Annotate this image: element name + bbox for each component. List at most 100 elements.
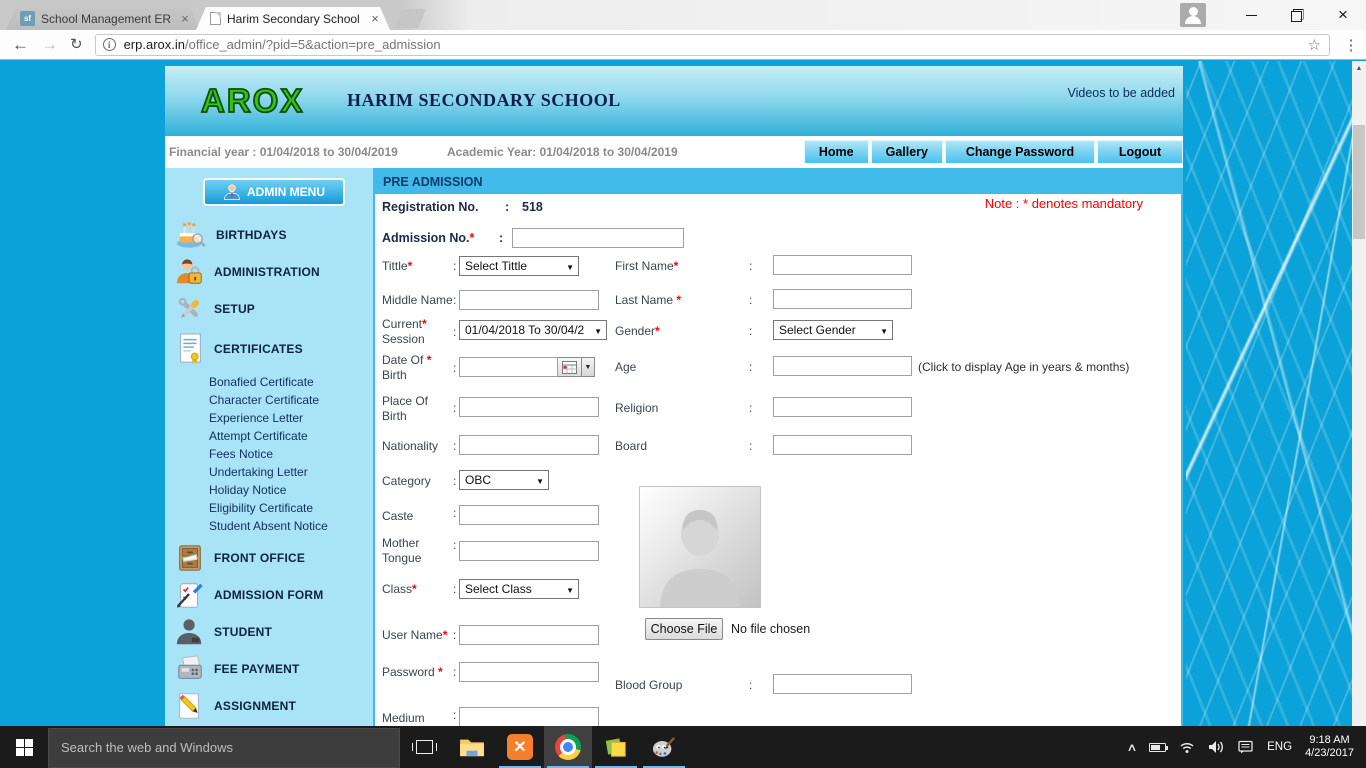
task-view-button[interactable] [400,726,448,768]
blood-group-input[interactable] [773,674,912,694]
colon: : [749,401,752,415]
middle-name-input[interactable] [459,290,599,310]
submenu-item-undertaking[interactable]: Undertaking Letter [209,463,373,481]
sidebar-item-admission-form[interactable]: ADMISSION FORM [165,576,373,613]
tray-chevron-icon[interactable]: ∧ [1126,741,1137,754]
xampp-button[interactable]: ✕ [496,726,544,768]
colon: : [749,324,752,338]
user-name-input[interactable] [459,625,599,645]
gender-select[interactable]: Select Gender [773,320,893,340]
age-input[interactable] [773,356,912,376]
submenu-item-attempt[interactable]: Attempt Certificate [209,427,373,445]
class-select[interactable]: Select Class [459,579,579,599]
taskbar-search-input[interactable] [48,728,400,768]
bookmark-star-icon[interactable] [1308,36,1321,54]
maximize-button[interactable] [1274,0,1320,30]
nationality-input[interactable] [459,435,599,455]
sidebar-item-birthdays[interactable]: BIRTHDAYS [165,216,373,253]
submenu-item-student-absent[interactable]: Student Absent Notice [209,517,373,535]
submenu-item-experience[interactable]: Experience Letter [209,409,373,427]
calendar-dropdown-icon[interactable] [582,357,595,377]
admin-menu-button[interactable]: ADMIN MENU [203,178,345,206]
password-input[interactable] [459,662,599,682]
sidebar-item-label: ADMISSION FORM [214,588,323,602]
last-name-input[interactable] [773,289,912,309]
forward-icon[interactable]: → [41,36,58,53]
colon: : [749,439,752,453]
calendar-icon[interactable] [558,357,582,377]
religion-input[interactable] [773,397,912,417]
colon: : [453,361,456,375]
minimize-button[interactable] [1228,0,1274,30]
sidebar-item-administration[interactable]: ADMINISTRATION [165,253,373,290]
first-name-input[interactable] [773,255,912,275]
age-label: Age [615,360,636,375]
close-button[interactable] [1320,0,1366,30]
sidebar-item-front-office[interactable]: FRONT OFFICE [165,539,373,576]
submenu-item-eligibility[interactable]: Eligibility Certificate [209,499,373,517]
class-label: Class* [382,582,417,597]
address-bar[interactable]: erp.arox.in /office_admin/?pid=5&action=… [95,34,1330,56]
colon: : [499,231,503,245]
tab-close-icon[interactable] [178,11,192,26]
profile-icon[interactable] [1180,3,1206,27]
submenu-item-holiday[interactable]: Holiday Notice [209,481,373,499]
file-explorer-button[interactable] [448,726,496,768]
category-select[interactable]: OBC [459,470,549,490]
registration-label: Registration No. [382,200,479,214]
current-session-select[interactable]: 01/04/2018 To 30/04/2 [459,320,607,340]
start-button[interactable] [0,726,48,768]
background-art [1186,61,1352,726]
gimp-button[interactable] [640,726,688,768]
browser-tab-erp[interactable]: sf School Management ERP [6,7,200,30]
place-of-birth-input[interactable] [459,397,599,417]
chrome-icon [555,734,581,760]
clock[interactable]: 9:18 AM 4/23/2017 [1305,734,1354,760]
battery-icon[interactable] [1149,743,1166,752]
dob-input[interactable] [459,357,558,377]
wifi-icon[interactable] [1179,740,1195,754]
reload-icon[interactable]: ↻ [70,37,83,52]
registration-value: 518 [522,200,543,214]
info-icon[interactable] [103,38,116,51]
colon: : [453,582,456,596]
person-icon [223,183,241,201]
board-input[interactable] [773,435,912,455]
medium-input[interactable] [459,707,599,726]
mandatory-note: Note : * denotes mandatory [985,196,1143,211]
back-icon[interactable]: ← [12,36,29,53]
sidebar-item-fee-payment[interactable]: FEE PAYMENT [165,650,373,687]
sidebar-item-certificates[interactable]: CERTIFICATES [165,327,373,371]
logout-button[interactable]: Logout [1097,140,1183,164]
browser-menu-icon[interactable] [1336,36,1366,54]
action-center-icon[interactable] [1238,740,1254,754]
caste-input[interactable] [459,505,599,525]
browser-tabstrip: sf School Management ERP Harim Secondary… [0,0,1366,30]
scrollbar-thumb[interactable] [1353,125,1365,239]
caste-label: Caste [382,509,413,524]
sticky-notes-button[interactable] [592,726,640,768]
tab-close-icon[interactable] [368,11,382,26]
sidebar-item-setup[interactable]: SETUP [165,290,373,327]
mother-tongue-label: MotherTongue [382,536,421,566]
volume-icon[interactable] [1208,740,1225,754]
chrome-button[interactable] [544,726,592,768]
sidebar-item-assignment[interactable]: ASSIGNMENT [165,687,373,724]
browser-tab-harim[interactable]: Harim Secondary School [196,7,390,30]
submenu-item-bonafied[interactable]: Bonafied Certificate [209,373,373,391]
tittle-select[interactable]: Select Tittle [459,256,579,276]
new-tab-button[interactable] [394,9,426,28]
sidebar-item-student[interactable]: STUDENT [165,613,373,650]
home-button[interactable]: Home [804,140,869,164]
mother-tongue-input[interactable] [459,541,599,561]
language-indicator[interactable]: ENG [1267,741,1292,753]
change-password-button[interactable]: Change Password [945,140,1095,164]
gallery-button[interactable]: Gallery [871,140,943,164]
svg-text:AROX: AROX [201,82,304,119]
scrollbar[interactable] [1352,61,1366,726]
scroll-up-icon[interactable] [1352,61,1366,76]
admission-no-input[interactable] [512,228,684,248]
submenu-item-fees-notice[interactable]: Fees Notice [209,445,373,463]
choose-file-button[interactable]: Choose File [645,618,723,640]
submenu-item-character[interactable]: Character Certificate [209,391,373,409]
